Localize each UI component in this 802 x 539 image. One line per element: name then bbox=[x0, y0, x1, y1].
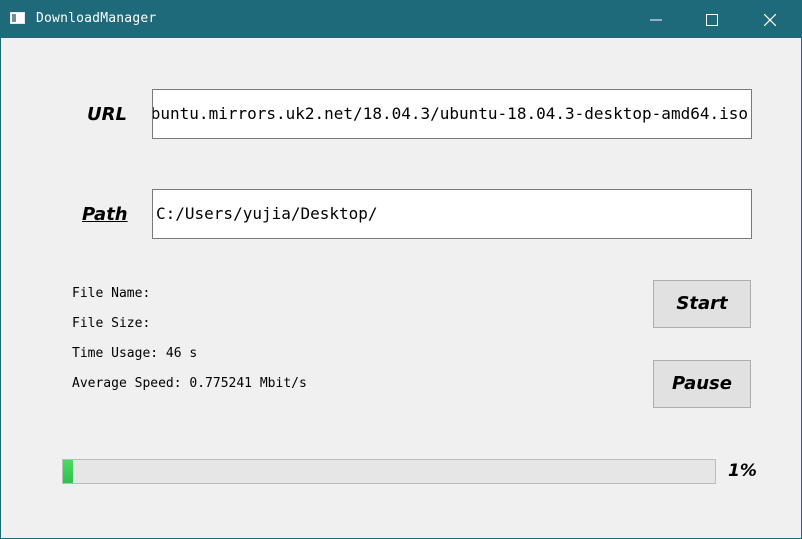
title-bar[interactable]: DownloadManager bbox=[1, 1, 801, 38]
start-button[interactable]: Start bbox=[653, 280, 751, 328]
window-title: DownloadManager bbox=[36, 11, 157, 26]
url-input-value: es.ubuntu.mirrors.uk2.net/18.04.3/ubuntu… bbox=[152, 104, 748, 123]
progress-bar bbox=[62, 459, 716, 484]
window-icon bbox=[10, 12, 25, 24]
progress-fill bbox=[63, 460, 73, 483]
minimize-icon bbox=[650, 19, 662, 21]
average-speed-label: Average Speed: 0.775241 Mbit/s bbox=[72, 376, 307, 391]
file-name-label: File Name: bbox=[72, 286, 151, 301]
progress-percent: 1% bbox=[728, 461, 757, 481]
url-label: URL bbox=[87, 104, 127, 125]
close-icon bbox=[764, 14, 776, 26]
close-button[interactable] bbox=[747, 1, 793, 38]
file-size-label: File Size: bbox=[72, 316, 151, 331]
url-input[interactable]: es.ubuntu.mirrors.uk2.net/18.04.3/ubuntu… bbox=[152, 89, 752, 139]
pause-button[interactable]: Pause bbox=[653, 360, 751, 408]
maximize-icon bbox=[706, 14, 718, 26]
time-usage-label: Time Usage: 46 s bbox=[72, 346, 198, 361]
main-window: DownloadManager URL es.ubuntu.mirrors.uk… bbox=[0, 0, 802, 539]
path-label: Path bbox=[82, 204, 128, 225]
maximize-button[interactable] bbox=[689, 1, 735, 38]
minimize-button[interactable] bbox=[633, 1, 679, 38]
path-input[interactable]: C:/Users/yujia/Desktop/ bbox=[152, 189, 752, 239]
